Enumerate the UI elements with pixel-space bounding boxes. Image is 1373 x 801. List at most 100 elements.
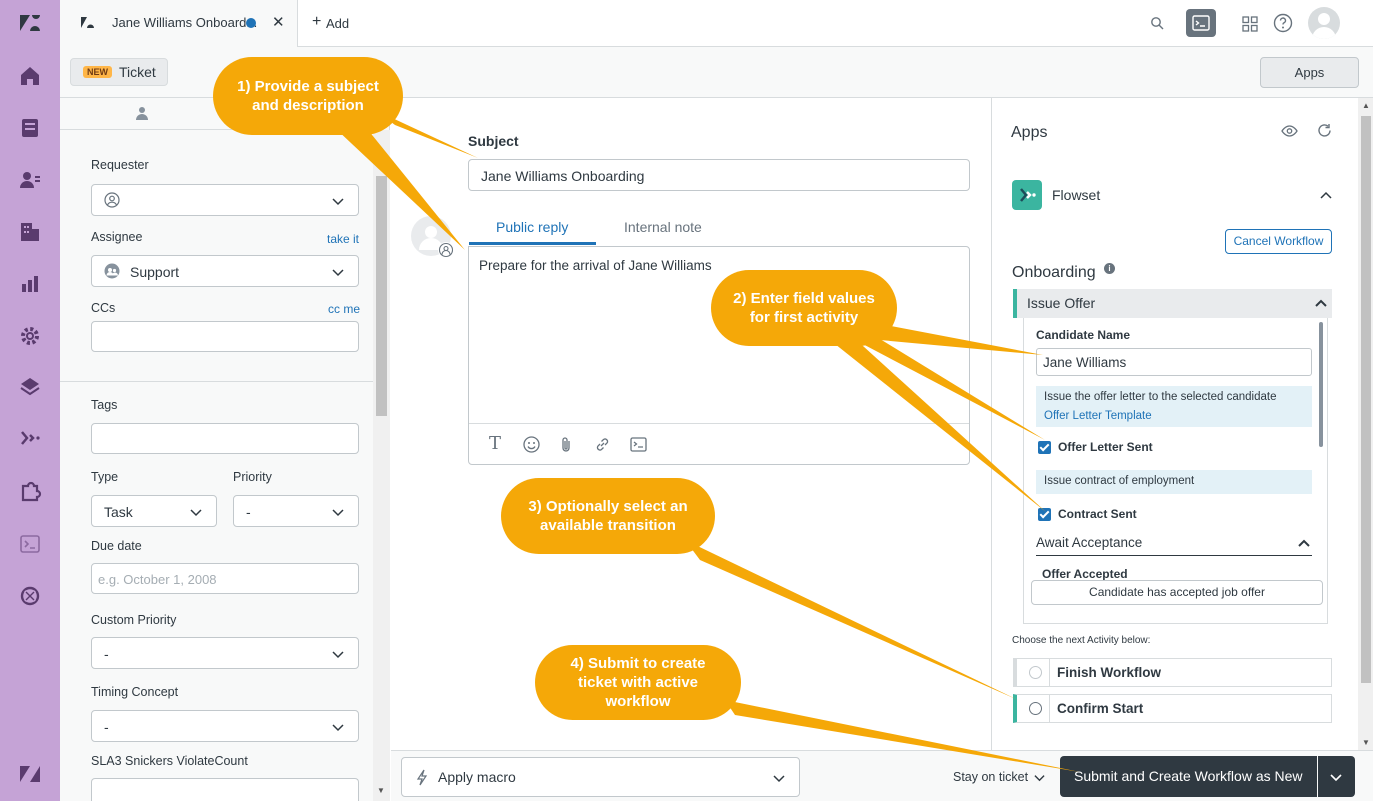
flowset-nav-icon[interactable] — [18, 426, 42, 450]
console-button[interactable] — [1186, 9, 1216, 37]
sla-field[interactable] — [91, 778, 359, 801]
take-it-link[interactable]: take it — [327, 232, 359, 246]
apps-scrollbar-thumb[interactable] — [1361, 116, 1371, 683]
contract-sent-label: Contract Sent — [1058, 507, 1137, 521]
finish-workflow-radio[interactable] — [1029, 666, 1042, 679]
zendesk-bottom-logo-icon[interactable] — [18, 762, 42, 786]
chevron-down-icon — [773, 775, 785, 783]
type-select[interactable]: Task — [91, 495, 217, 527]
eye-icon[interactable] — [1281, 125, 1298, 137]
candidate-name-label: Candidate Name — [1036, 328, 1131, 342]
top-bar: Jane Williams Onboard... ✕ + Add — [60, 0, 1373, 47]
terminal-icon[interactable] — [18, 532, 42, 556]
assignee-value: Support — [130, 264, 180, 280]
offer-accepted-button[interactable]: Candidate has accepted job offer — [1031, 580, 1323, 605]
puzzle-icon[interactable] — [18, 480, 42, 504]
link-icon[interactable] — [594, 436, 611, 453]
type-value: Task — [104, 504, 133, 520]
reply-body-text: Prepare for the arrival of Jane Williams — [479, 258, 712, 273]
offer-letter-sent-label: Offer Letter Sent — [1058, 440, 1153, 454]
home-icon[interactable] — [18, 64, 42, 88]
search-icon[interactable] — [1150, 16, 1164, 30]
toolbar-divider — [469, 423, 969, 424]
due-date-field[interactable]: e.g. October 1, 2008 — [91, 563, 359, 594]
attachment-icon[interactable] — [560, 436, 572, 453]
await-acceptance-header[interactable]: Await Acceptance — [1036, 530, 1312, 556]
scroll-up-arrow-icon[interactable]: ▲ — [1362, 101, 1370, 110]
customers-icon[interactable] — [18, 168, 42, 192]
app-x-icon[interactable] — [18, 584, 42, 608]
submit-button[interactable]: Submit and Create Workflow as New — [1060, 756, 1317, 797]
layers-icon[interactable] — [18, 374, 42, 398]
tags-field[interactable] — [91, 423, 359, 454]
transition-finish-workflow[interactable]: Finish Workflow — [1013, 658, 1332, 687]
add-tab-label[interactable]: Add — [326, 16, 349, 31]
products-grid-icon[interactable] — [1242, 16, 1258, 32]
transition-confirm-start[interactable]: Confirm Start — [1013, 694, 1332, 723]
admin-gear-icon[interactable] — [18, 324, 42, 348]
contract-sent-checkbox[interactable] — [1038, 508, 1051, 521]
user-tab-icon[interactable] — [136, 106, 148, 120]
requester-field[interactable] — [91, 184, 359, 216]
ticket-properties-panel: ▼ Requester Assignee take it Support CCs… — [60, 98, 390, 801]
tab-internal-note[interactable]: Internal note — [624, 219, 702, 235]
stay-on-ticket-select[interactable]: Stay on ticket — [953, 770, 1028, 784]
ticket-tab[interactable]: Jane Williams Onboard... ✕ — [60, 0, 298, 47]
organizations-icon[interactable] — [18, 220, 42, 244]
chevron-down-icon[interactable] — [1034, 772, 1045, 783]
zendesk-logo-icon[interactable] — [18, 11, 42, 35]
divider — [1049, 695, 1050, 722]
activity-header-issue-offer[interactable]: Issue Offer — [1013, 289, 1332, 318]
chevron-down-icon — [332, 509, 344, 517]
lightning-icon — [416, 769, 428, 786]
left-scrollbar-thumb[interactable] — [376, 176, 387, 416]
user-avatar[interactable] — [1308, 7, 1340, 39]
add-tab-plus-icon[interactable]: + — [312, 13, 321, 31]
apps-scrollbar[interactable]: ▲ ▼ — [1358, 98, 1373, 750]
tags-label: Tags — [91, 398, 118, 412]
requester-user-icon — [104, 192, 120, 208]
help-icon[interactable] — [1273, 13, 1293, 33]
assignee-field[interactable]: Support — [91, 255, 359, 287]
candidate-name-input[interactable]: Jane Williams — [1036, 348, 1312, 376]
ticket-label: Ticket — [119, 64, 156, 80]
confirm-start-label: Confirm Start — [1057, 701, 1144, 716]
ccs-field[interactable] — [91, 321, 359, 352]
info-icon[interactable]: i — [1104, 263, 1115, 274]
subject-input[interactable]: Jane Williams Onboarding — [468, 159, 970, 191]
activity-scrollbar-thumb[interactable] — [1319, 322, 1323, 447]
priority-select[interactable]: - — [233, 495, 359, 527]
divider — [1049, 659, 1050, 686]
close-tab-icon[interactable]: ✕ — [272, 13, 285, 31]
tab-public-reply[interactable]: Public reply — [496, 219, 568, 235]
cc-me-link[interactable]: cc me — [328, 302, 360, 316]
timing-concept-label: Timing Concept — [91, 685, 179, 699]
offer-letter-template-link[interactable]: Offer Letter Template — [1044, 410, 1152, 422]
instruction-2-text: Issue contract of employment — [1044, 475, 1195, 487]
submit-options-button[interactable] — [1318, 756, 1355, 797]
views-icon[interactable] — [18, 116, 42, 140]
confirm-start-radio[interactable] — [1029, 702, 1042, 715]
text-format-icon[interactable]: T — [489, 433, 501, 454]
reply-editor[interactable]: Prepare for the arrival of Jane Williams… — [468, 246, 970, 465]
cancel-workflow-button[interactable]: Cancel Workflow — [1225, 229, 1332, 254]
subject-label: Subject — [468, 133, 519, 149]
offer-letter-sent-checkbox[interactable] — [1038, 441, 1051, 454]
apply-macro-select[interactable]: Apply macro — [401, 757, 800, 797]
ticket-breadcrumb[interactable]: NEW Ticket — [70, 58, 168, 86]
custom-priority-select[interactable]: - — [91, 637, 359, 669]
left-scrollbar[interactable]: ▼ — [373, 130, 390, 801]
timing-concept-select[interactable]: - — [91, 710, 359, 742]
insert-terminal-icon[interactable] — [630, 436, 647, 453]
callout-3: 3) Optionally select an available transi… — [501, 478, 715, 554]
apps-button[interactable]: Apps — [1260, 57, 1359, 88]
requester-label: Requester — [91, 158, 149, 172]
reporting-icon[interactable] — [18, 272, 42, 296]
activity-title: Issue Offer — [1027, 295, 1096, 311]
scroll-down-arrow-icon[interactable]: ▼ — [377, 786, 385, 795]
instruction-1-text: Issue the offer letter to the selected c… — [1044, 391, 1277, 403]
collapse-app-chevron-up-icon[interactable] — [1320, 191, 1332, 199]
refresh-icon[interactable] — [1317, 123, 1332, 138]
scroll-down-arrow-icon[interactable]: ▼ — [1362, 738, 1370, 747]
emoji-icon[interactable] — [523, 436, 540, 453]
